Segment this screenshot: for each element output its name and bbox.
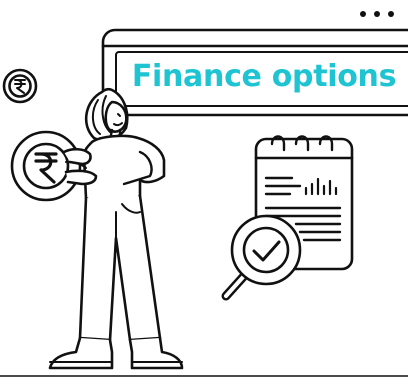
magnifier-check-icon (221, 214, 302, 301)
finance-options-title: Finance options (131, 58, 397, 94)
small-rupee-coin-icon (2, 68, 38, 104)
more-horizontal-icon-dot[interactable] (374, 11, 380, 17)
finance-illustration-card: Finance options (0, 0, 408, 378)
woman-holding-coin (10, 87, 184, 370)
more-horizontal-icon-dot[interactable] (388, 11, 394, 17)
more-horizontal-icon[interactable] (360, 11, 366, 17)
more-options-button[interactable] (360, 4, 394, 24)
